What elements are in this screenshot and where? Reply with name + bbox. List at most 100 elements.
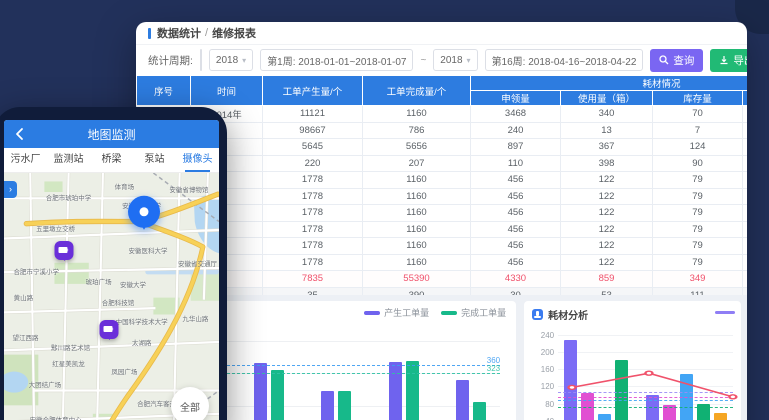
phone-page-title: 地图监测: [87, 126, 135, 143]
phone-tab-摄像头[interactable]: 摄像头: [176, 148, 219, 172]
bar-完成工单量[interactable]: [406, 361, 419, 420]
camera-pin[interactable]: [100, 320, 119, 339]
phone-tab-泵站[interactable]: 泵站: [133, 148, 176, 172]
table-cell: 129: [743, 139, 748, 156]
year-from-select[interactable]: 2018 ▾: [209, 49, 253, 71]
week-to-select[interactable]: 第16周: 2018-04-16~2018-04-22: [485, 49, 644, 71]
col-subheader[interactable]: 申领量: [471, 91, 561, 106]
legend-item[interactable]: 产生工单量: [364, 306, 429, 319]
table-cell: 1160: [363, 221, 471, 238]
back-chevron-icon[interactable]: [13, 127, 27, 141]
col-subheader[interactable]: 库存量: [653, 91, 743, 106]
year-from-value: 2018: [216, 55, 238, 66]
table-cell: 67: [743, 188, 748, 205]
table-cell: 786: [363, 122, 471, 139]
col-header-no[interactable]: 序号: [137, 76, 191, 106]
chevron-down-icon: ▾: [467, 56, 471, 65]
phone-tab-桥梁[interactable]: 桥梁: [90, 148, 133, 172]
table-cell: 1778: [263, 254, 363, 271]
year-to-select[interactable]: 2018 ▾: [433, 49, 477, 71]
map-label: 太湖路: [132, 337, 152, 347]
phone-header: 地图监测: [4, 120, 219, 148]
legend-item[interactable]: 完成工单量: [441, 306, 506, 319]
table-cell: 4330: [471, 271, 561, 288]
table-cell: 1160: [363, 106, 471, 123]
breadcrumb-section[interactable]: 数据统计: [157, 25, 201, 41]
year-to-value: 2018: [440, 55, 462, 66]
table-row: 8177811604561227967: [137, 221, 748, 238]
camera-pin[interactable]: [55, 241, 74, 260]
period-option[interactable]: 年: [201, 50, 202, 70]
table-cell: 250: [743, 106, 748, 123]
consumables-chart-title: 耗材分析: [524, 301, 741, 328]
bar-产生工单量[interactable]: [254, 363, 267, 420]
bar-产生工单量[interactable]: [456, 380, 469, 420]
map-label: 九华山路: [182, 313, 208, 323]
report-table: 序号 时间 工单产生量/个 工单完成量/个 耗材情况 申领量使用量（箱）库存量余…: [136, 75, 747, 304]
filter-bar: 统计周期: 年季月周日 2018 ▾ 第1周: 2018-01-01~2018-…: [136, 45, 747, 75]
table-row: 7177811604561227967: [137, 205, 748, 222]
map-label: 安徽大学: [120, 279, 146, 289]
dashboard-window: 数据统计 / 维修报表 统计周期: 年季月周日 2018 ▾ 第1周: 2018…: [136, 22, 747, 420]
table-cell: 122: [561, 238, 653, 255]
camera-icon: [104, 326, 113, 332]
col-header-consumables-group[interactable]: 耗材情况: [471, 76, 748, 91]
col-subheader[interactable]: 余量: [743, 91, 748, 106]
phone-tab-污水厂[interactable]: 污水厂: [4, 148, 47, 172]
legend-label: 完成工单量: [461, 306, 506, 319]
period-label: 统计周期:: [148, 53, 193, 68]
week-from-select[interactable]: 第1周: 2018-01-01~2018-01-07: [260, 49, 413, 71]
bar-产生工单量[interactable]: [389, 362, 402, 420]
phone-tab-监测站[interactable]: 监测站: [47, 148, 90, 172]
bar-完成工单量[interactable]: [271, 370, 284, 420]
table-cell: 650: [743, 122, 748, 139]
chevron-down-icon: ▾: [242, 56, 246, 65]
col-header-time[interactable]: 时间: [191, 76, 263, 106]
bar-产生工单量[interactable]: [321, 391, 334, 420]
bar-完成工单量[interactable]: [338, 391, 351, 420]
table-cell: 110: [471, 155, 561, 172]
week-from-value: 第1周: 2018-01-01~2018-01-07: [267, 53, 406, 68]
charts-strip: 产生工单量完成工单量 360323 耗材分析 4080120160200240: [136, 295, 747, 420]
table-cell: 67: [743, 221, 748, 238]
table-cell: 67: [743, 205, 748, 222]
total-row: 合计7835553904330859349332: [137, 271, 748, 288]
table-row: 6177811604561227967: [137, 188, 748, 205]
y-axis-tick: 120: [534, 382, 554, 391]
bar-完成工单量[interactable]: [473, 402, 486, 420]
table-row: 5177811604561227967: [137, 172, 748, 189]
table-cell: 340: [561, 106, 653, 123]
map-label: 合肥市琥珀中学: [46, 192, 92, 202]
map-expander-button[interactable]: ›: [4, 181, 17, 198]
y-axis-tick: 160: [534, 365, 554, 374]
table-row: 42202071103989019: [137, 155, 748, 172]
map-view[interactable]: 合肥市琥珀中学体育场安徽农业大学安徽省博物馆五里墩立交桥安徽医科大学安徽省交通厅…: [4, 173, 219, 420]
export-button-label: 导出Excel: [733, 53, 747, 68]
table-cell: 90: [653, 155, 743, 172]
table-cell: 1160: [363, 172, 471, 189]
table-cell: 1778: [263, 172, 363, 189]
range-separator: ~: [420, 55, 426, 66]
table-cell: 11121: [263, 106, 363, 123]
legend-label: 产生工单量: [384, 306, 429, 319]
camera-icon: [59, 247, 68, 253]
table-row: 298667786240137650: [137, 122, 748, 139]
col-header-created[interactable]: 工单产生量/个: [263, 76, 363, 106]
table-cell: 1778: [263, 188, 363, 205]
breadcrumb-accent: [148, 28, 151, 39]
col-subheader[interactable]: 使用量（箱）: [561, 91, 653, 106]
table-cell: 5645: [263, 139, 363, 156]
selected-location-pin[interactable]: [128, 196, 160, 228]
col-header-done[interactable]: 工单完成量/个: [363, 76, 471, 106]
query-button-label: 查询: [673, 53, 694, 68]
map-label: 安徽省交通厅: [178, 258, 217, 268]
export-excel-button[interactable]: 导出Excel: [710, 49, 747, 72]
table-cell: 456: [471, 172, 561, 189]
table-cell: 7: [653, 122, 743, 139]
all-filter-button[interactable]: 全部: [171, 387, 209, 420]
map-label: 凤园广场: [111, 366, 137, 376]
table-cell: 456: [471, 254, 561, 271]
map-label: 五里墩立交桥: [36, 223, 75, 233]
reference-line-label: 323: [487, 364, 500, 373]
query-button[interactable]: 查询: [650, 49, 703, 72]
